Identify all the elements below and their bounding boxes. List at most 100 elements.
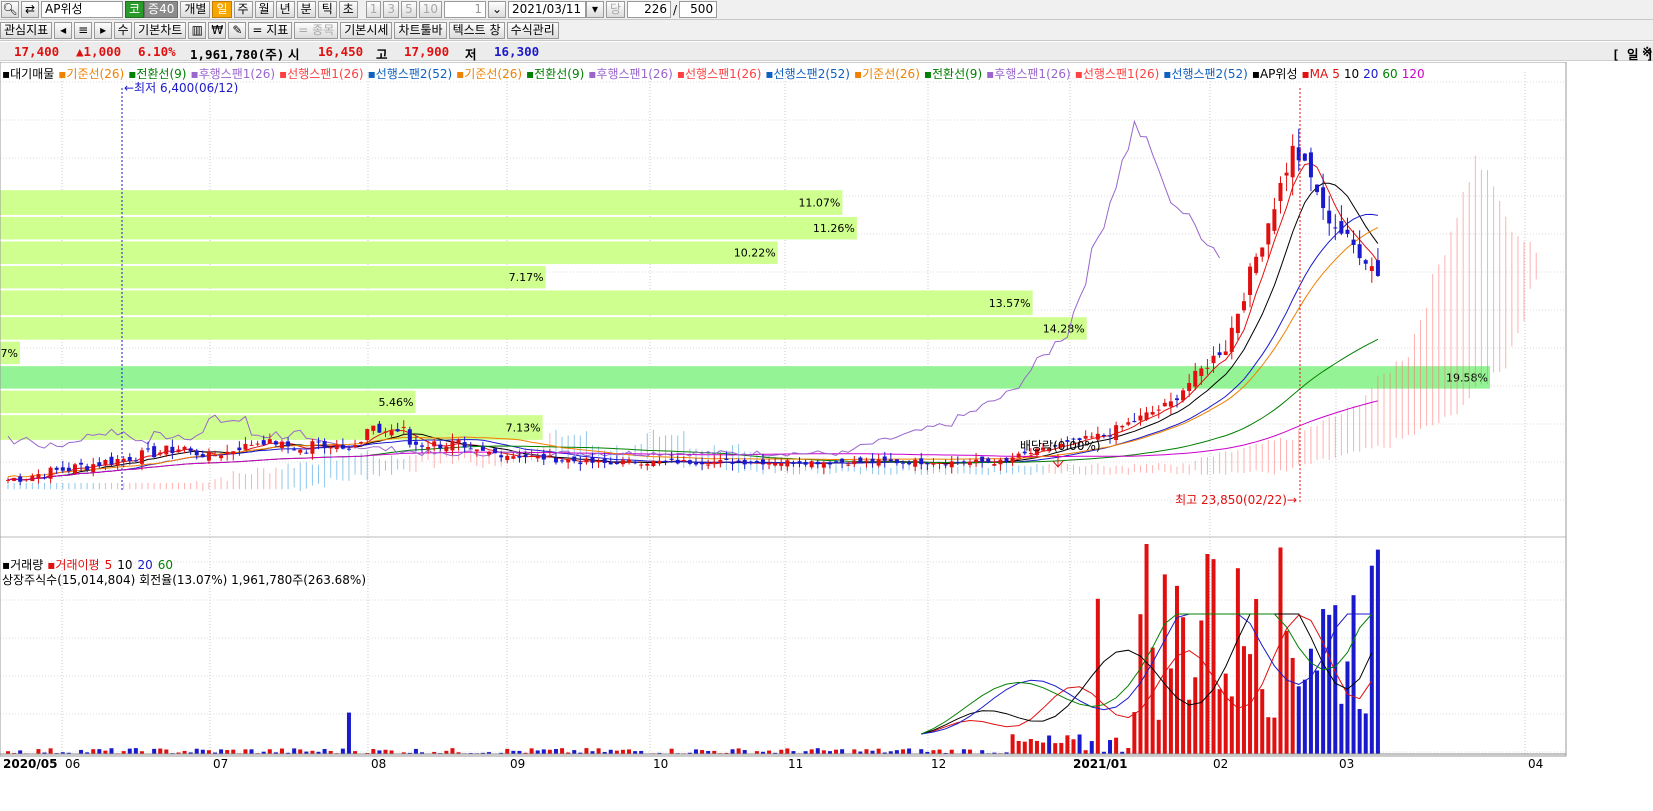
period-second-button[interactable]: 초	[338, 1, 358, 18]
candle-body	[1089, 436, 1094, 438]
candle-body	[413, 441, 418, 445]
period-week-button[interactable]: 주	[233, 1, 253, 18]
candle-body	[560, 460, 565, 462]
chart-window: 🔍︎ ⇄ AP위성 코 증40 개별 일 주 월 년 분 틱 초 1 3 5 1…	[0, 0, 1653, 811]
minute-3-button[interactable]: 3	[383, 1, 400, 18]
volume-bar	[1095, 598, 1100, 754]
settings-glyph[interactable]: ※	[1642, 44, 1652, 59]
swap-icon[interactable]: ⇄	[21, 1, 39, 18]
stock-button[interactable]: = 종목	[294, 21, 339, 39]
open-price: 16,450	[318, 44, 364, 59]
volume-bar	[1199, 620, 1204, 754]
candle-body	[1004, 457, 1009, 462]
date-input[interactable]: 2021/03/11	[507, 1, 586, 18]
volume-bar	[1339, 703, 1344, 754]
basic-chart-button[interactable]: 기본차트	[134, 21, 187, 39]
candle-body	[1290, 145, 1295, 178]
watch-indicator-button[interactable]: 관심지표	[0, 21, 53, 39]
candle-body	[316, 441, 321, 443]
candle-body	[328, 447, 333, 449]
legend-item: ▪후행스팬1(26)	[190, 67, 276, 81]
period-minute-button[interactable]: 분	[296, 1, 316, 18]
volume-bar	[700, 750, 705, 754]
candle-body	[1211, 355, 1216, 364]
candle-body	[584, 458, 589, 463]
indicator-button[interactable]: = 지표	[248, 21, 293, 39]
volume-bar	[1150, 647, 1155, 754]
individual-button[interactable]: 개별	[180, 1, 211, 18]
candle-body	[334, 444, 339, 450]
candle-body	[937, 463, 942, 465]
volume-bar	[1047, 735, 1052, 754]
volume-bar	[18, 750, 23, 754]
candle-body	[974, 459, 979, 462]
volume-bar	[608, 749, 613, 754]
calendar-dropdown-icon[interactable]: ▾	[585, 1, 604, 18]
count-shown-input[interactable]: 226	[627, 1, 672, 18]
symbol-input[interactable]: AP위성	[41, 1, 123, 18]
volume-bar	[547, 749, 552, 754]
volume-bar	[864, 749, 869, 754]
volume-profile-label: 0.27%	[0, 347, 18, 360]
dang-button[interactable]: 당	[605, 1, 626, 18]
chevron-down-icon[interactable]: ⌄	[487, 1, 506, 18]
candle-body	[1217, 352, 1222, 356]
chart-canvas[interactable]: 11.07% 11.26% 10.22% 7.17% 13.57% 14.28% 0.27%…	[0, 62, 1653, 811]
x-axis-label: 07	[213, 757, 228, 771]
text-window-button[interactable]: 텍스트 창	[448, 21, 505, 39]
volume-bar	[1028, 739, 1033, 754]
search-icon[interactable]: 🔍︎	[1, 1, 19, 18]
su-button[interactable]: 수	[114, 21, 133, 39]
candle-body	[949, 461, 954, 468]
won-icon[interactable]: ₩	[208, 21, 227, 39]
candle-body	[785, 460, 790, 467]
candle-body	[620, 460, 625, 465]
volume-bar	[158, 748, 163, 754]
volume-bar	[1144, 544, 1149, 754]
chart-toolbar-button[interactable]: 차트툴바	[394, 21, 447, 39]
basic-quote-button[interactable]: 기본시세	[340, 21, 393, 39]
candle-body	[383, 431, 388, 433]
x-axis-label: 03	[1339, 757, 1354, 771]
volume-bar	[620, 749, 625, 754]
period-tick-button[interactable]: 틱	[317, 1, 337, 18]
minute-1-button[interactable]: 1	[365, 1, 382, 18]
candle-body	[188, 448, 193, 452]
candle-body	[925, 462, 930, 465]
candle-body	[273, 441, 278, 445]
candle-body	[645, 463, 650, 466]
candle-body	[36, 474, 41, 479]
period-month-button[interactable]: 월	[254, 1, 274, 18]
minute-5-button[interactable]: 5	[401, 1, 417, 18]
count-total-input[interactable]: 500	[679, 1, 718, 18]
candle-body	[444, 446, 449, 452]
candle-body	[517, 455, 522, 458]
legend-item: ▪선행스팬1(26)	[1074, 67, 1160, 81]
period-day-button[interactable]: 일	[212, 1, 232, 18]
volume-bar	[1296, 686, 1301, 754]
list-icon[interactable]: ≡	[74, 21, 93, 39]
legend-item: ▪대기매물	[2, 67, 55, 81]
volume-bar	[450, 748, 455, 754]
interval-input[interactable]: 1	[443, 1, 486, 18]
volume-profile-label: 10.22%	[734, 247, 776, 260]
volume-bar	[931, 750, 936, 754]
arrow-right-icon[interactable]: ▸	[94, 21, 113, 39]
minute-10-button[interactable]: 10	[418, 1, 442, 18]
volume-bar	[1284, 630, 1289, 754]
candle-body	[657, 460, 662, 464]
volume-bar	[907, 748, 912, 754]
arrow-left-icon[interactable]: ◂	[54, 21, 73, 39]
candle-body	[834, 461, 839, 463]
period-year-button[interactable]: 년	[275, 1, 295, 18]
volume-bar	[383, 749, 388, 754]
volume-bar	[852, 749, 857, 754]
candle-icon[interactable]: ▥	[188, 21, 207, 39]
tools-icon[interactable]: ✎	[228, 21, 247, 39]
candle-body	[1254, 256, 1259, 273]
formula-mgmt-button[interactable]: 수식관리	[506, 21, 559, 39]
candle-body	[42, 477, 47, 479]
volume-profile-label: 7.13%	[506, 422, 541, 435]
volume-bar	[249, 749, 254, 754]
volume-profile-bar	[0, 290, 1033, 316]
